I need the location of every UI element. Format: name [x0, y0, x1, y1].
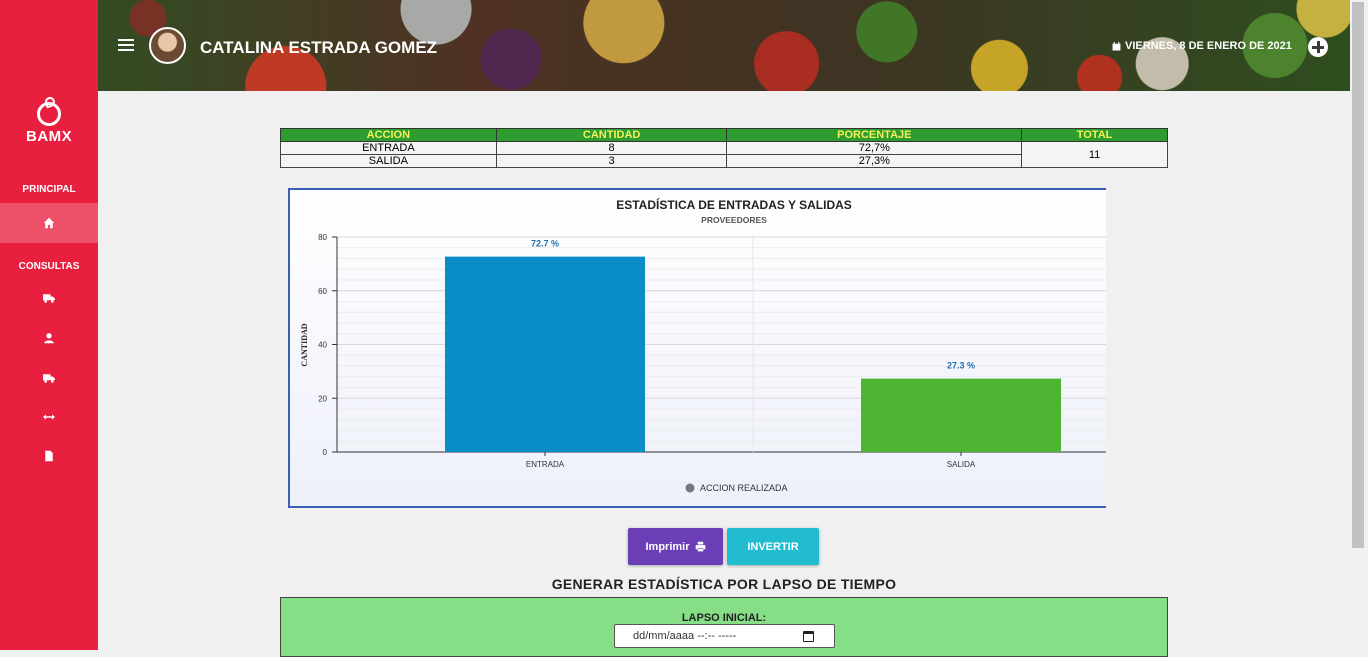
- section-consultas: CONSULTAS: [18, 261, 80, 272]
- bar-chart: ESTADÍSTICA DE ENTRADAS Y SALIDAS PROVEE…: [300, 197, 1106, 493]
- chart-title: ESTADÍSTICA DE ENTRADAS Y SALIDAS: [616, 197, 852, 212]
- sidebar: BAMX PRINCIPAL CONSULTAS: [0, 0, 98, 650]
- bamx-logo[interactable]: BAMX: [26, 102, 72, 145]
- invert-button-label: INVERTIR: [747, 540, 799, 553]
- chart-subtitle: PROVEEDORES: [701, 215, 767, 225]
- calendar-icon: [1112, 41, 1121, 50]
- truck-icon: [43, 294, 55, 303]
- y-tick-label: 20: [318, 394, 327, 403]
- header-total: TOTAL: [1021, 128, 1168, 142]
- header-cantidad: CANTIDAD: [495, 128, 728, 142]
- print-button[interactable]: Imprimir: [628, 528, 723, 565]
- sidebar-item-usuarios[interactable]: [0, 318, 98, 358]
- printer-icon: [695, 541, 705, 552]
- sidebar-item-proveedores[interactable]: [0, 278, 98, 318]
- current-date: VIERNES, 8 DE ENERO DE 2021: [1112, 40, 1292, 52]
- cell-porcentaje: 27,3%: [726, 154, 1023, 168]
- cell-accion: ENTRADA: [280, 141, 497, 155]
- calendar-icon[interactable]: [803, 631, 814, 642]
- print-button-label: Imprimir: [645, 540, 690, 553]
- invert-button[interactable]: INVERTIR: [727, 528, 819, 565]
- avatar[interactable]: [149, 27, 186, 64]
- user-name: CATALINA ESTRADA GOMEZ: [200, 38, 438, 57]
- start-date-placeholder: dd/mm/aaaa --:-- -----: [633, 630, 737, 642]
- cell-accion: SALIDA: [280, 154, 497, 168]
- cell-cantidad: 8: [495, 141, 728, 155]
- x-tick-label: SALIDA: [947, 460, 976, 469]
- legend-marker[interactable]: [685, 483, 695, 493]
- data-label: 27.3 %: [947, 361, 975, 371]
- start-date-input[interactable]: dd/mm/aaaa --:-- -----: [614, 624, 835, 648]
- y-tick-label: 40: [318, 341, 327, 350]
- bar-entrada: [445, 256, 645, 452]
- time-range-title: GENERAR ESTADÍSTICA POR LAPSO DE TIEMPO: [551, 576, 897, 592]
- table-row: ENTRADA 8 72,7% 11: [280, 141, 1168, 168]
- bar-salida: [861, 378, 1061, 452]
- truck-icon: [43, 374, 55, 383]
- sidebar-item-home[interactable]: [0, 203, 98, 243]
- y-axis-label: CANTIDAD: [300, 323, 309, 366]
- header-accion: ACCION: [280, 128, 497, 142]
- section-principal: PRINCIPAL: [22, 184, 76, 195]
- logo-text: BAMX: [26, 128, 73, 145]
- y-tick-label: 60: [318, 287, 327, 296]
- y-tick-label: 80: [318, 233, 327, 242]
- date-text: VIERNES, 8 DE ENERO DE 2021: [1125, 40, 1292, 52]
- cell-cantidad: 3: [495, 154, 728, 168]
- menu-icon[interactable]: [118, 39, 134, 51]
- file-icon: [45, 450, 53, 462]
- x-tick-label: ENTRADA: [526, 460, 565, 469]
- scrollbar[interactable]: [1350, 0, 1368, 650]
- cell-porcentaje: 72,7%: [726, 141, 1023, 155]
- user-icon: [44, 333, 54, 344]
- home-icon: [43, 217, 55, 229]
- table-header-row: ACCION CANTIDAD PORCENTAJE TOTAL: [280, 128, 1168, 142]
- apple-logo-icon: [37, 102, 61, 126]
- scrollbar-thumb[interactable]: [1352, 2, 1364, 548]
- header-porcentaje: PORCENTAJE: [726, 128, 1023, 142]
- cell-total: 11: [1021, 141, 1168, 168]
- start-range-label: LAPSO INICIAL:: [681, 612, 767, 624]
- sidebar-item-reportes[interactable]: [0, 436, 98, 476]
- arrows-horizontal-icon: [43, 414, 55, 420]
- y-tick-label: 0: [323, 448, 328, 457]
- sidebar-item-movimientos[interactable]: [0, 397, 98, 437]
- data-label: 72.7 %: [531, 239, 559, 249]
- legend-label[interactable]: ACCION REALIZADA: [700, 483, 788, 493]
- add-icon[interactable]: [1308, 37, 1328, 57]
- header-banner: CATALINA ESTRADA GOMEZ VIERNES, 8 DE ENE…: [98, 0, 1350, 91]
- time-range-panel: LAPSO INICIAL: dd/mm/aaaa --:-- -----: [280, 597, 1168, 657]
- stats-table: ACCION CANTIDAD PORCENTAJE TOTAL ENTRADA…: [280, 128, 1168, 168]
- sidebar-item-envios[interactable]: [0, 358, 98, 398]
- chart-container: ESTADÍSTICA DE ENTRADAS Y SALIDAS PROVEE…: [288, 188, 1106, 508]
